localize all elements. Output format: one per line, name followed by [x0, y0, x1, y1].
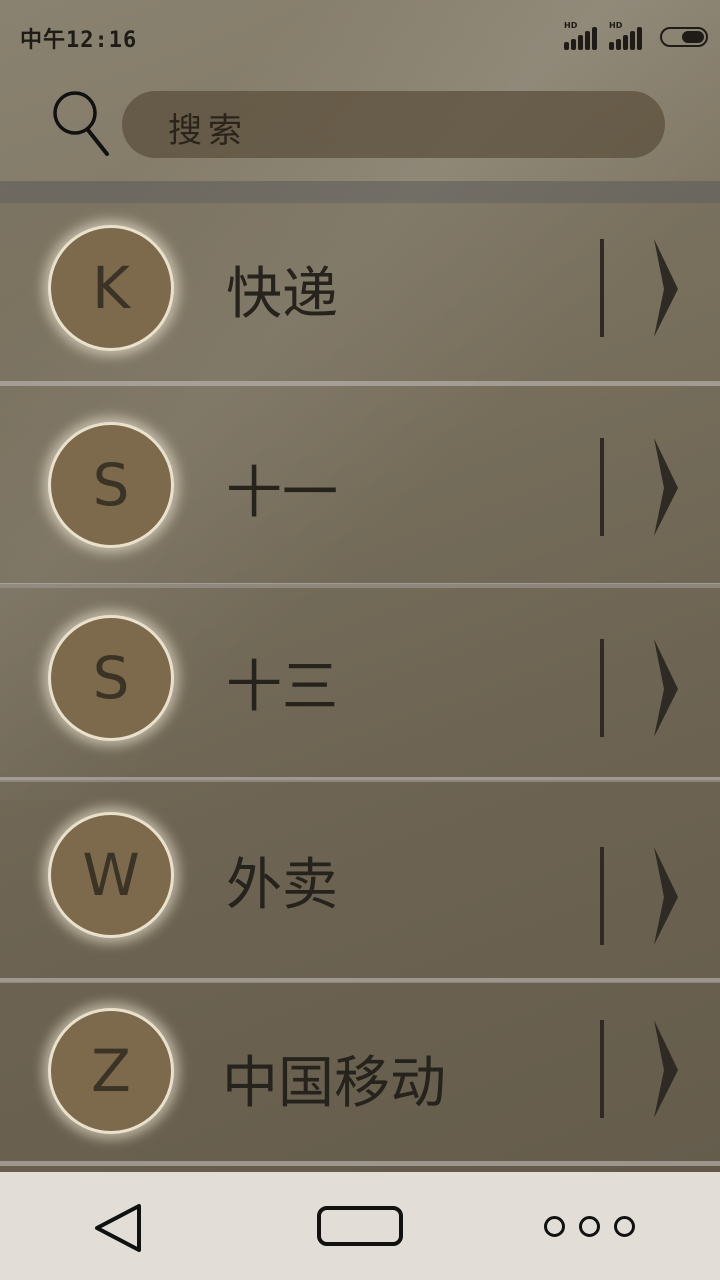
back-triangle-icon[interactable] [92, 1202, 144, 1254]
contact-name: 快递 [226, 262, 338, 327]
avatar-initial: W [82, 841, 140, 909]
avatar-initial: Z [91, 1037, 131, 1105]
search-input[interactable]: 搜索 [122, 91, 665, 158]
avatar-initial: K [91, 254, 131, 322]
list-item[interactable]: S 十一 [0, 386, 720, 588]
home-button[interactable] [317, 1206, 403, 1246]
item-divider-line [600, 1020, 604, 1118]
chevron-right-icon[interactable] [650, 847, 680, 945]
contact-name: 中国移动 [222, 1051, 446, 1116]
item-divider-line [600, 639, 604, 737]
battery-icon [660, 27, 708, 47]
avatar-initial: S [92, 644, 130, 712]
avatar: K [48, 225, 174, 351]
header-divider [0, 181, 720, 203]
chevron-right-icon[interactable] [650, 239, 680, 337]
avatar-initial: S [92, 451, 130, 519]
item-divider-line [600, 239, 604, 337]
avatar: Z [48, 1008, 174, 1134]
item-divider-line [600, 438, 604, 536]
item-divider-line [600, 847, 604, 945]
status-bar: 中午12:16 HD HD [0, 0, 720, 76]
list-item[interactable]: K 快递 [0, 203, 720, 386]
search-placeholder: 搜索 [168, 111, 248, 151]
navigation-bar [0, 1172, 720, 1280]
contact-name: 十一 [226, 461, 338, 526]
list-item[interactable]: S 十三 [0, 584, 720, 782]
chevron-right-icon[interactable] [650, 639, 680, 737]
list-item[interactable]: W 外卖 [0, 780, 720, 983]
avatar: S [48, 422, 174, 548]
hd-label: HD [609, 21, 623, 30]
signal-strength-icon-1: HD [564, 21, 604, 50]
avatar: S [48, 615, 174, 741]
more-dots-icon[interactable] [544, 1216, 636, 1238]
avatar: W [48, 812, 174, 938]
chevron-right-icon[interactable] [650, 1020, 680, 1118]
contact-name: 外卖 [226, 853, 338, 918]
contact-name: 十三 [226, 655, 338, 720]
list-separator [0, 1161, 720, 1166]
status-time: 中午12:16 [20, 28, 138, 53]
search-icon[interactable] [52, 90, 112, 160]
signal-strength-icon-2: HD [609, 21, 649, 50]
hd-label: HD [564, 21, 578, 30]
chevron-right-icon[interactable] [650, 438, 680, 536]
list-item[interactable]: Z 中国移动 [0, 982, 720, 1170]
